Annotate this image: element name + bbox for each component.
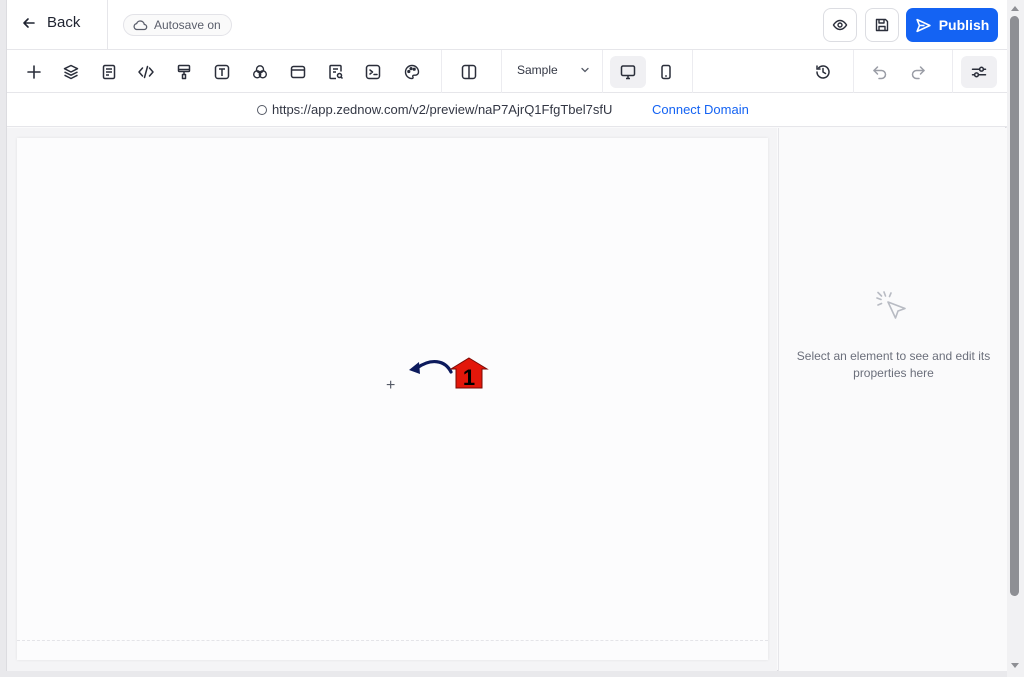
seo-button[interactable]: [323, 59, 349, 85]
arrow-left-icon: [23, 17, 35, 28]
undo-icon: [873, 66, 887, 80]
autosave-badge: Autosave on: [123, 14, 232, 36]
save-icon: [875, 18, 889, 32]
add-block-plus-icon[interactable]: +: [386, 378, 395, 394]
styles-button[interactable]: [171, 59, 197, 85]
mobile-view-button[interactable]: [648, 56, 684, 88]
desktop-icon: [620, 65, 636, 80]
layers-button[interactable]: [58, 59, 84, 85]
sliders-icon: [971, 66, 987, 78]
palette-icon: [404, 64, 420, 80]
scroll-down-icon[interactable]: [1010, 662, 1020, 670]
paint-roller-icon: [177, 64, 191, 80]
annotation-badge: 1: [449, 357, 489, 389]
redo-icon: [911, 66, 925, 80]
circles-icon: [252, 65, 268, 79]
text-icon: [214, 64, 230, 80]
toolbar-divider: [501, 50, 502, 93]
undo-button[interactable]: [867, 59, 893, 85]
history-button[interactable]: [810, 59, 836, 85]
preview-url-text: https://app.zednow.com/v2/preview/naP7Aj…: [272, 102, 613, 117]
autosave-label: Autosave on: [154, 18, 221, 32]
page-icon: [102, 64, 116, 80]
scripts-button[interactable]: [360, 59, 386, 85]
scrollbar-thumb[interactable]: [1010, 16, 1019, 596]
scroll-up-icon[interactable]: [1010, 4, 1020, 12]
toolbar: Sample: [7, 50, 1007, 93]
sample-select[interactable]: Sample: [517, 63, 590, 77]
editor-window: Back Autosave on Publish Sample https://…: [6, 0, 1007, 671]
save-button[interactable]: [865, 8, 899, 42]
sample-label: Sample: [517, 63, 558, 77]
settings-panel-button[interactable]: [961, 56, 997, 88]
terminal-icon: [365, 64, 381, 80]
url-bar: https://app.zednow.com/v2/preview/naP7Aj…: [7, 93, 1007, 127]
desktop-view-button[interactable]: [610, 56, 646, 88]
cursor-click-icon: [876, 291, 906, 319]
add-element-button[interactable]: [21, 59, 47, 85]
toolbar-divider: [692, 50, 693, 93]
cloud-icon: [133, 20, 148, 31]
canvas-footer-zone: [17, 640, 768, 660]
mobile-icon: [661, 64, 671, 80]
chevron-down-icon: [581, 67, 589, 73]
plus-icon: [27, 65, 41, 79]
toolbar-divider: [441, 50, 442, 93]
preview-button[interactable]: [823, 8, 857, 42]
top-bar: Back Autosave on Publish: [7, 0, 1007, 50]
toolbar-divider: [853, 50, 854, 93]
pages-button[interactable]: [96, 59, 122, 85]
status-dot-icon: [257, 104, 267, 115]
publish-button[interactable]: Publish: [906, 8, 998, 42]
text-button[interactable]: [209, 59, 235, 85]
annotation-number: 1: [463, 365, 475, 389]
section-button[interactable]: [285, 59, 311, 85]
publish-label: Publish: [938, 17, 990, 33]
connect-domain-link[interactable]: Connect Domain: [652, 102, 749, 117]
annotation-arrow-icon: [409, 360, 453, 374]
preview-url[interactable]: https://app.zednow.com/v2/preview/naP7Aj…: [257, 102, 612, 117]
theme-button[interactable]: [399, 59, 425, 85]
page-canvas[interactable]: + 1: [17, 138, 768, 660]
layers-icon: [63, 64, 79, 80]
toolbar-divider: [952, 50, 953, 93]
canvas-area: + 1: [7, 128, 777, 671]
eye-icon: [832, 19, 848, 31]
history-icon: [816, 65, 830, 79]
properties-hint: Select an element to see and edit its pr…: [796, 349, 991, 380]
back-label: Back: [47, 14, 81, 31]
redo-button[interactable]: [905, 59, 931, 85]
divider: [107, 0, 108, 50]
toolbar-divider: [602, 50, 603, 93]
columns-icon: [461, 64, 477, 80]
send-icon: [916, 18, 931, 32]
properties-panel: Select an element to see and edit its pr…: [778, 128, 1007, 671]
code-button[interactable]: [133, 59, 159, 85]
components-button[interactable]: [247, 59, 273, 85]
back-button[interactable]: Back: [21, 14, 80, 31]
split-view-button[interactable]: [456, 59, 482, 85]
search-doc-icon: [329, 64, 344, 80]
card-icon: [290, 65, 306, 79]
code-icon: [138, 65, 154, 79]
